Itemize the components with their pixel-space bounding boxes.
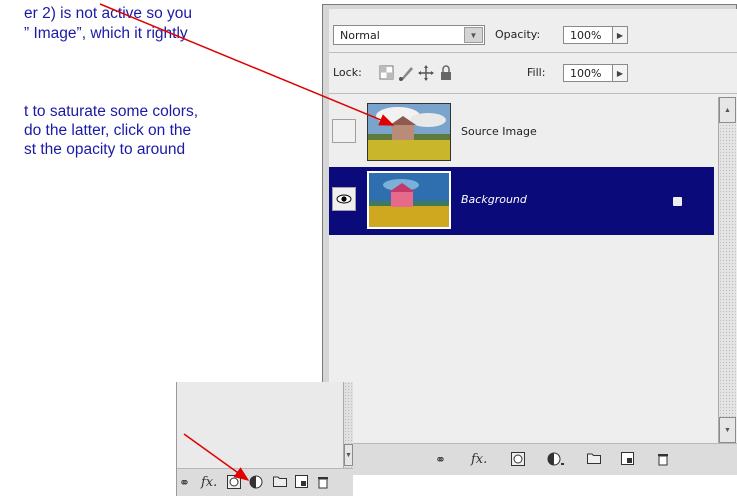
- annotation-arrow-to-source-image: [99, 3, 395, 126]
- annotation-arrow-to-layer-mask: [183, 433, 250, 481]
- annotation-arrows: [99, 3, 395, 481]
